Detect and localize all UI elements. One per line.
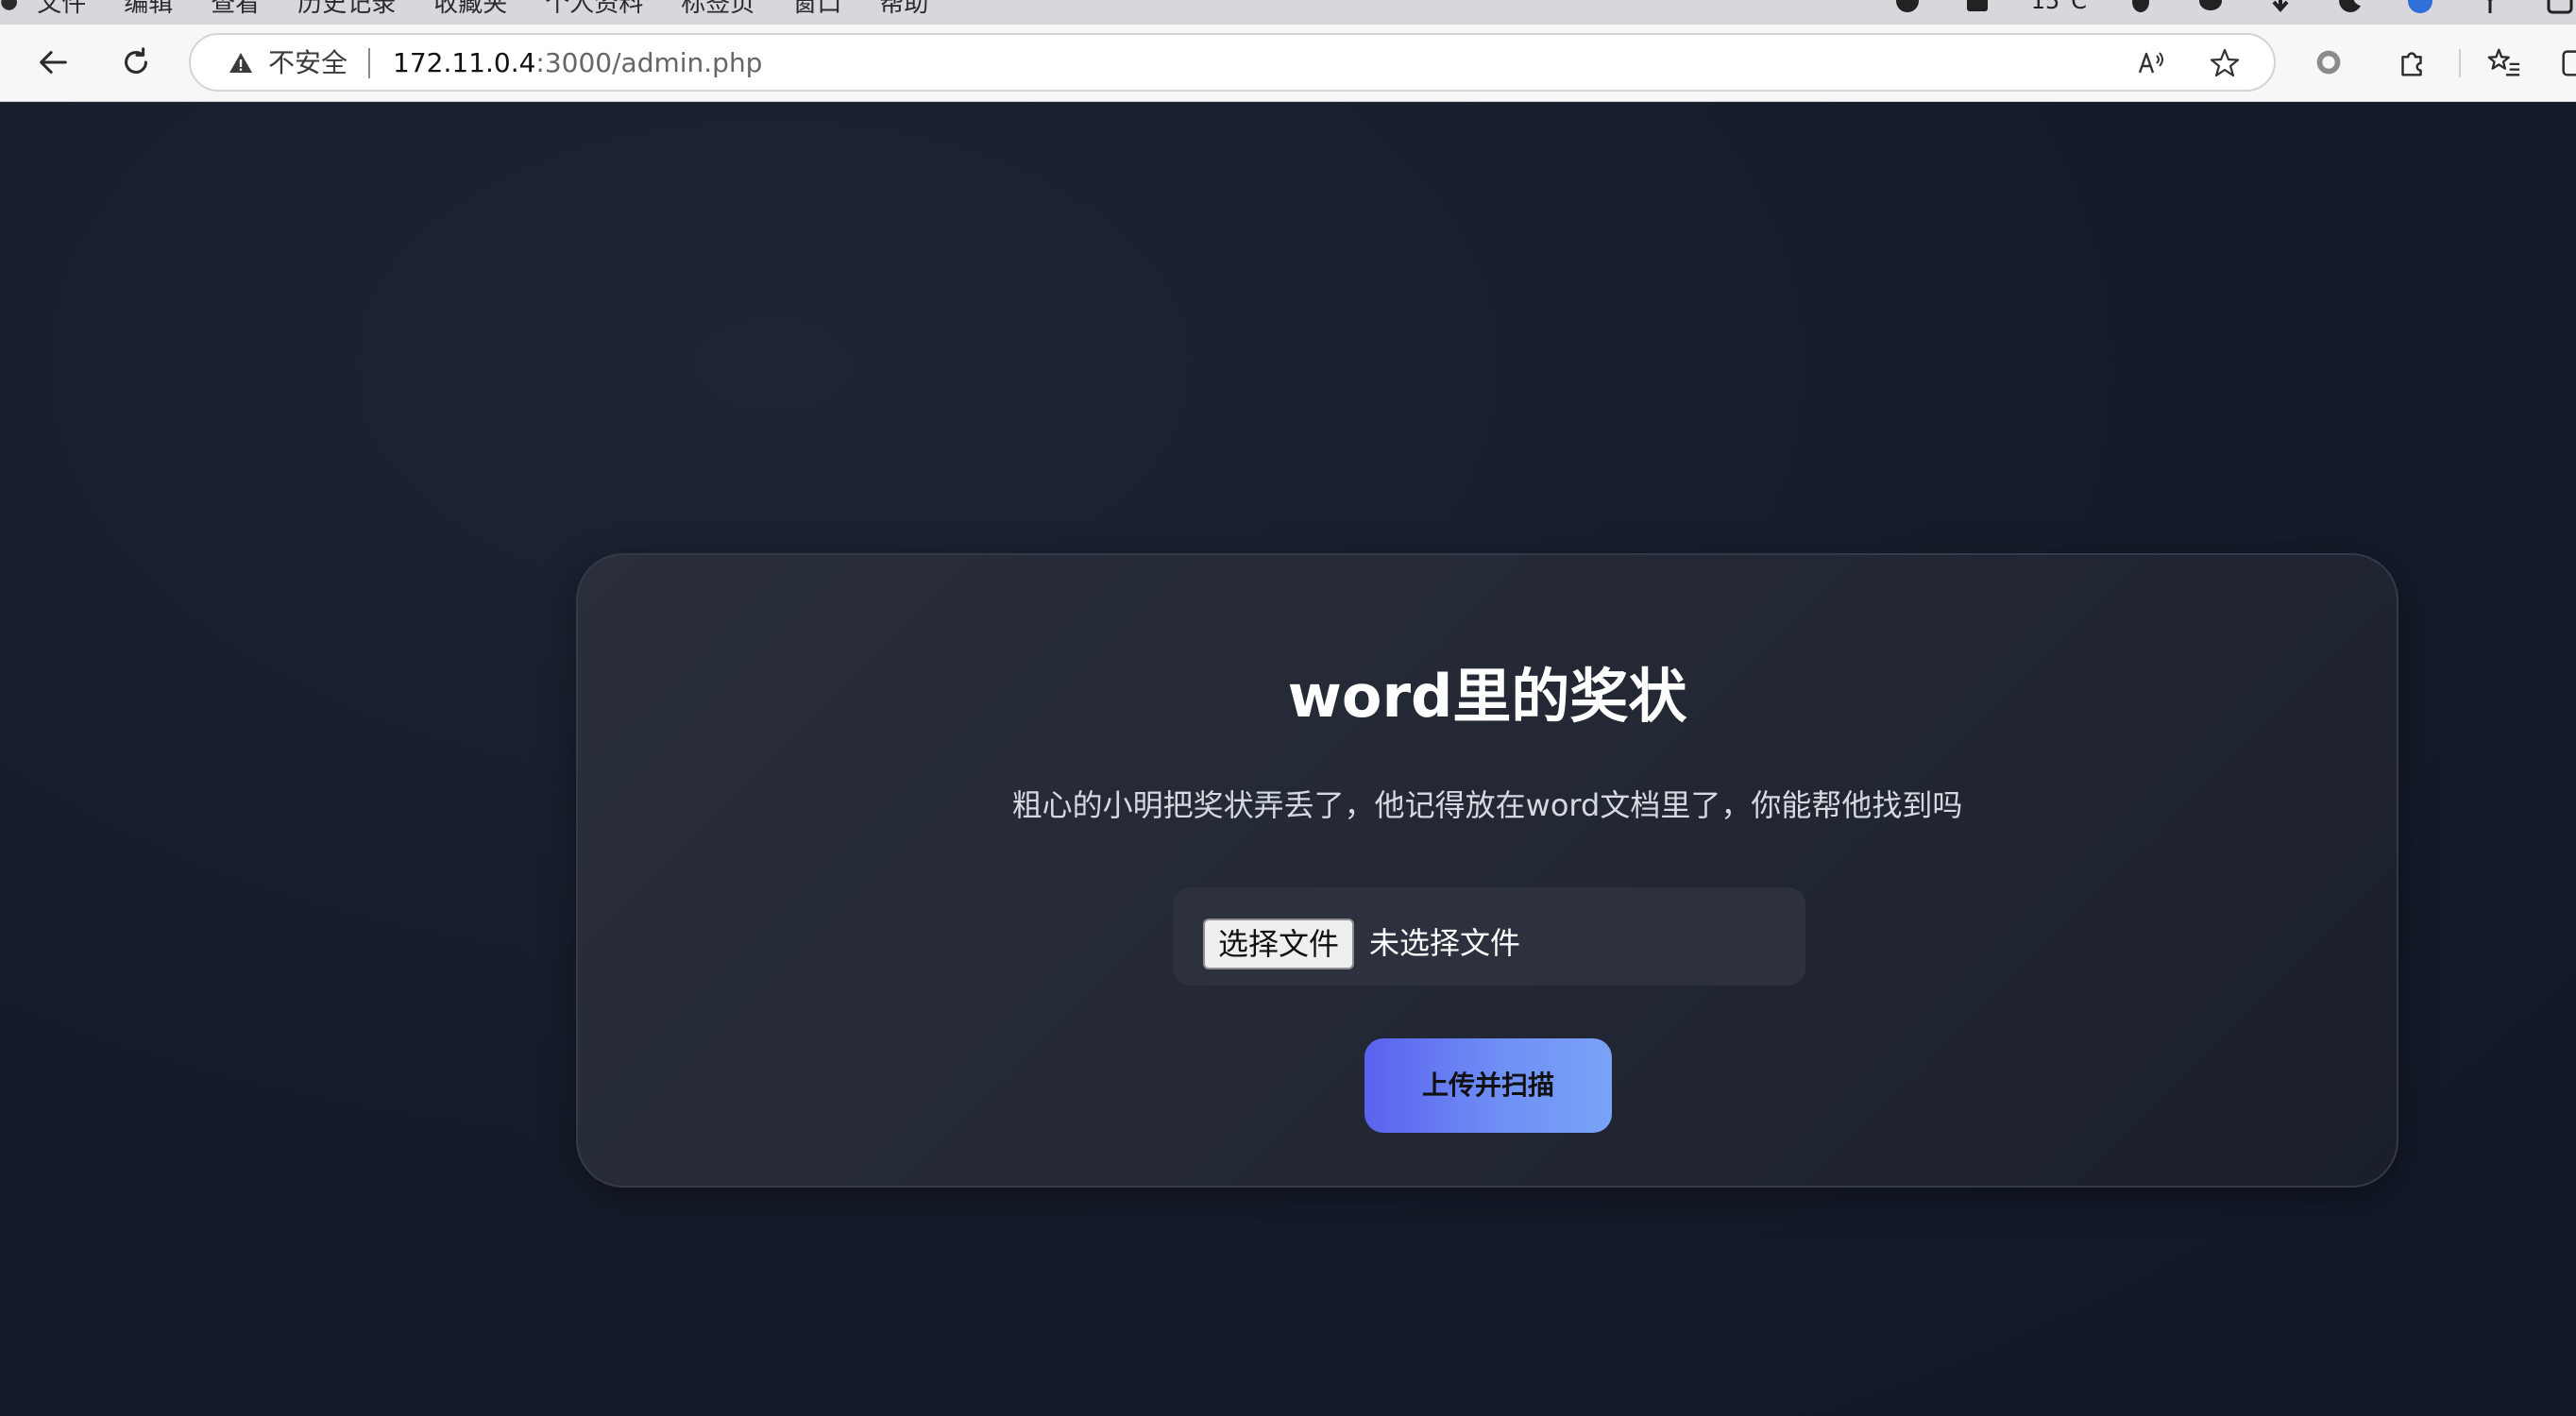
- upload-and-scan-button[interactable]: 上传并扫描: [1364, 1038, 1612, 1133]
- apple-menu-icon[interactable]: ●: [0, 0, 18, 13]
- qq-icon[interactable]: [2125, 0, 2157, 13]
- mac-menu-bar: ● 文件 编辑 查看 历史记录 收藏夹 个人资料 标签页 窗口 帮助 15°C: [0, 0, 2576, 25]
- favorite-star-icon[interactable]: [2206, 44, 2244, 82]
- menu-tabs[interactable]: 标签页: [681, 0, 754, 19]
- url-host: 172.11.0.4: [393, 47, 536, 78]
- choose-file-button[interactable]: 选择文件: [1203, 919, 1355, 969]
- menu-window[interactable]: 窗口: [792, 0, 841, 19]
- url-path: :3000/admin.php: [535, 47, 763, 78]
- record-circle-icon: [2316, 50, 2341, 75]
- menu-view[interactable]: 查看: [211, 0, 260, 19]
- security-label[interactable]: 不安全: [268, 47, 347, 79]
- menu-status-area: 15°C: [1891, 0, 2576, 15]
- puzzle-icon: [2401, 52, 2422, 76]
- no-file-selected-label: 未选择文件: [1369, 925, 1521, 961]
- menu-history[interactable]: 历史记录: [297, 0, 396, 19]
- activity-monitor-icon[interactable]: [1891, 0, 1924, 13]
- moon-icon[interactable]: [2334, 0, 2366, 13]
- download-icon[interactable]: [2264, 0, 2296, 13]
- extension-circle-button[interactable]: [2302, 36, 2355, 89]
- menu-file[interactable]: 文件: [37, 0, 86, 19]
- screenshot-icon[interactable]: [1961, 0, 1993, 13]
- page-background: word里的奖状 粗心的小明把奖状弄丢了，他记得放在word文档里了，你能帮他找…: [0, 102, 2576, 1416]
- back-arrow-icon: [40, 51, 67, 74]
- file-input[interactable]: 选择文件 未选择文件: [1173, 887, 1805, 986]
- url-text[interactable]: 172.11.0.4:3000/admin.php: [393, 47, 762, 79]
- refresh-button[interactable]: [110, 36, 162, 89]
- weather-temperature[interactable]: 15°C: [2031, 0, 2087, 14]
- address-divider: [368, 48, 370, 78]
- collections-button[interactable]: [2550, 36, 2576, 89]
- upload-card: word里的奖状 粗心的小明把奖状弄丢了，他记得放在word文档里了，你能帮他找…: [576, 553, 2398, 1188]
- read-aloud-icon[interactable]: [2132, 44, 2170, 82]
- network-icon[interactable]: [2474, 0, 2506, 13]
- input-method-icon[interactable]: [2544, 0, 2576, 14]
- refresh-icon: [125, 47, 147, 74]
- extensions-button[interactable]: [2385, 36, 2438, 89]
- back-button[interactable]: [26, 36, 79, 89]
- toolbar-separator: [2459, 49, 2461, 77]
- warning-triangle-icon[interactable]: [227, 49, 255, 77]
- app-blue-icon[interactable]: [2404, 0, 2436, 13]
- menu-items: ● 文件 编辑 查看 历史记录 收藏夹 个人资料 标签页 窗口 帮助: [0, 0, 966, 18]
- wechat-icon[interactable]: [2195, 0, 2227, 13]
- menu-favorites[interactable]: 收藏夹: [433, 0, 507, 19]
- collections-icon: [2562, 50, 2576, 76]
- favorites-list-icon: [2487, 48, 2520, 76]
- browser-toolbar: 不安全 172.11.0.4:3000/admin.php: [0, 25, 2576, 102]
- menu-help[interactable]: 帮助: [879, 0, 928, 19]
- menu-profile[interactable]: 个人资料: [545, 0, 643, 19]
- menu-edit[interactable]: 编辑: [124, 0, 173, 19]
- favorites-button[interactable]: [2478, 36, 2531, 89]
- page-title: word里的奖状: [1287, 662, 1687, 731]
- screen: ● 文件 编辑 查看 历史记录 收藏夹 个人资料 标签页 窗口 帮助 15°C: [0, 0, 2576, 1416]
- task-description: 粗心的小明把奖状弄丢了，他记得放在word文档里了，你能帮他找到吗: [1011, 787, 1963, 823]
- address-bar[interactable]: 不安全 172.11.0.4:3000/admin.php: [189, 33, 2276, 92]
